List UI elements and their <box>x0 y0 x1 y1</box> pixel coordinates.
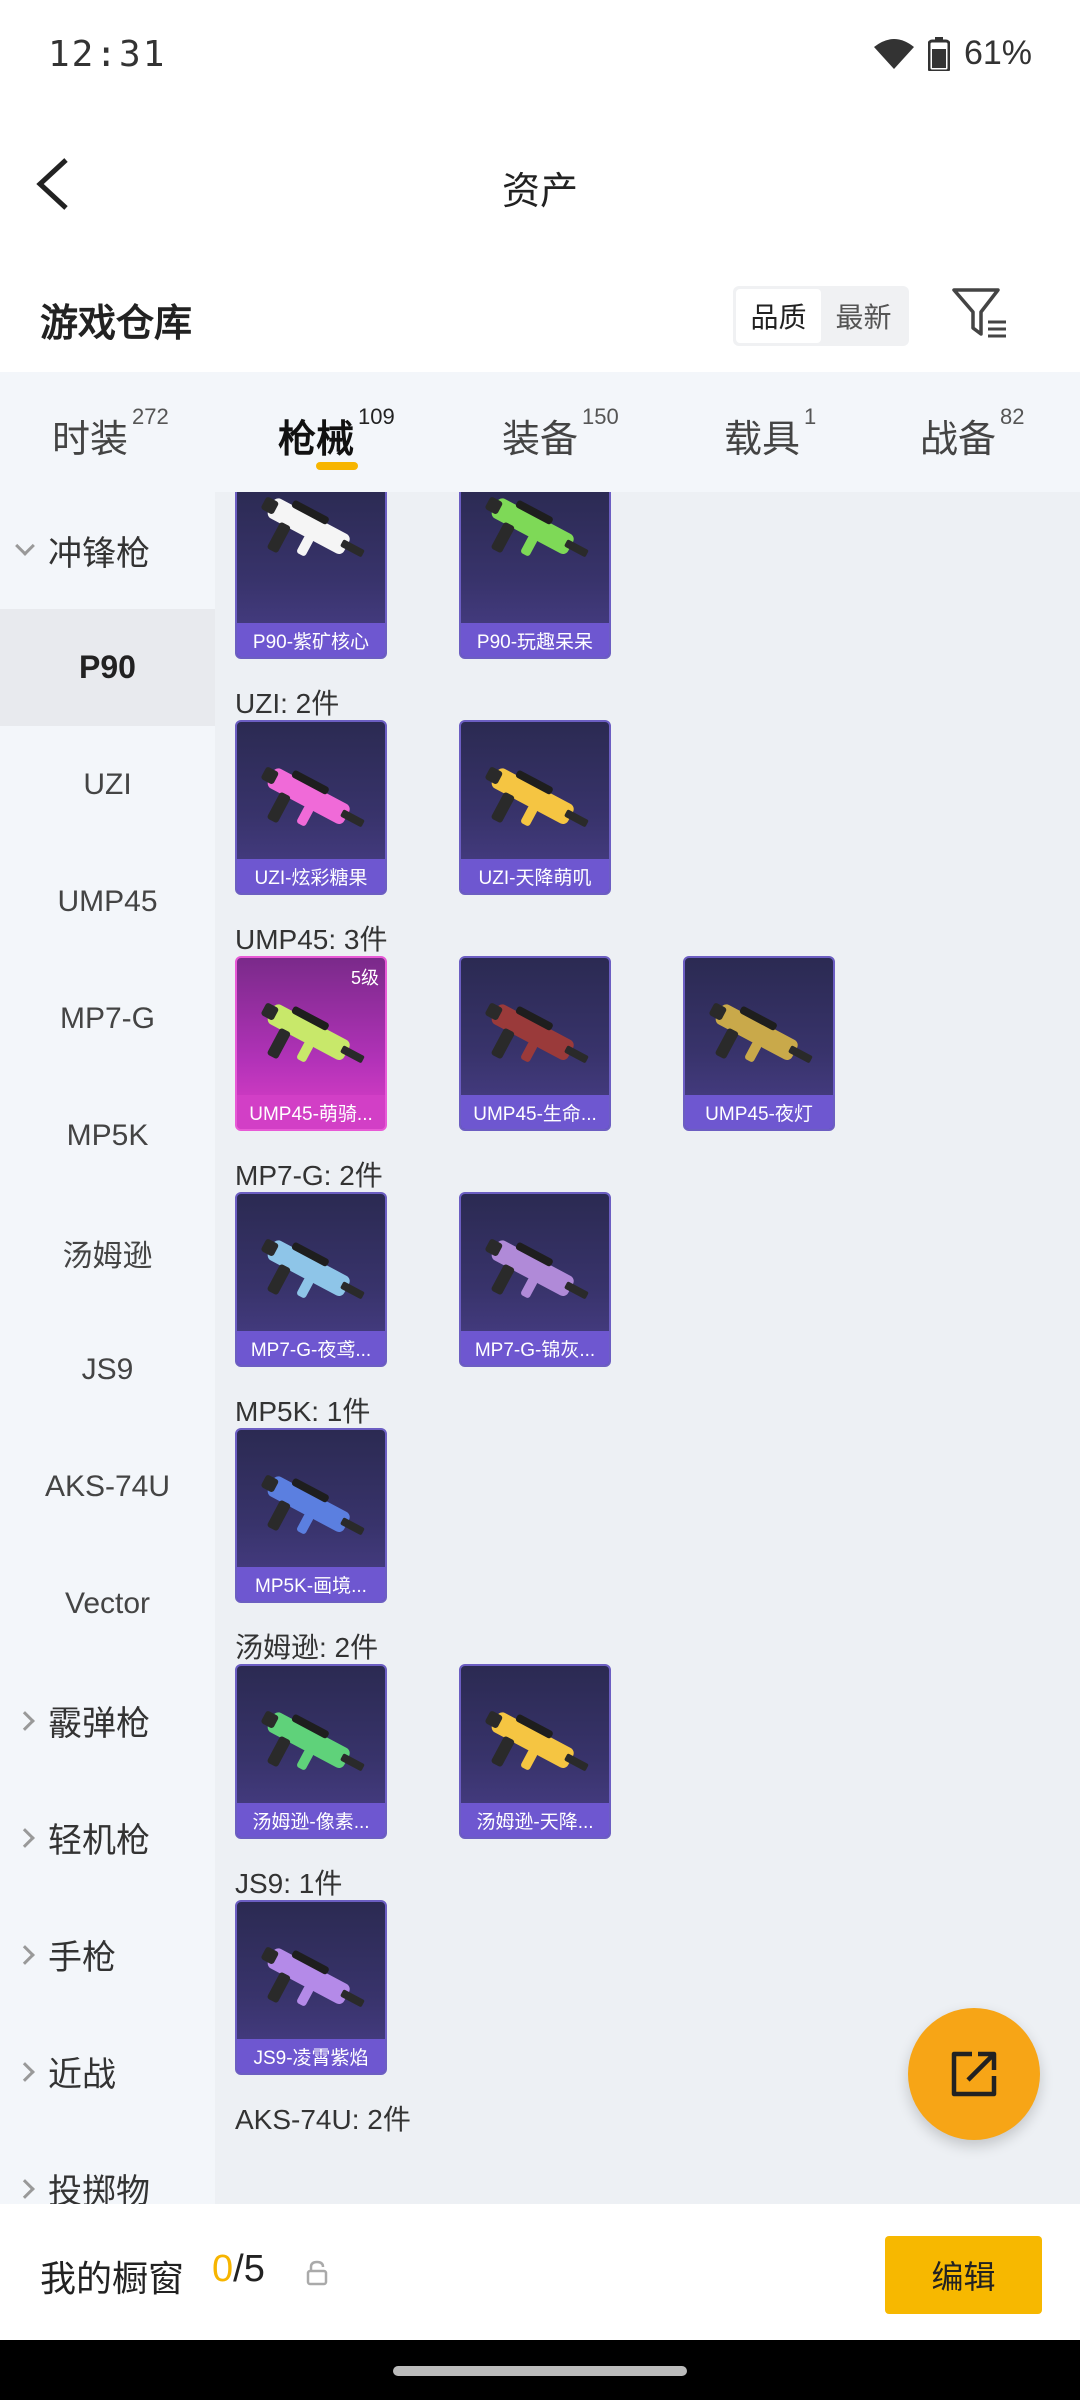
weapon-skin-card[interactable]: MP5K-画境... <box>235 1428 387 1603</box>
weapon-skin-name: UMP45-生命... <box>461 1095 609 1129</box>
weapon-image <box>261 1003 365 1063</box>
weapon-skin-name: UMP45-萌骑... <box>237 1095 385 1129</box>
weapon-skin-name: 汤姆逊-天降... <box>461 1803 609 1837</box>
showcase-label: 我的橱窗 <box>40 2258 185 2299</box>
status-bar: 12:31 61% <box>0 0 1080 110</box>
showcase-count: 0/5 <box>212 2248 265 2290</box>
sidebar-item-thompson[interactable]: 汤姆逊 <box>0 1194 215 1311</box>
weapon-skin-card[interactable]: P90-玩趣呆呆 <box>459 492 611 659</box>
section-label: UZI: 2件 <box>235 688 340 719</box>
weapon-skin-card[interactable]: MP7-G-夜鸢... <box>235 1192 387 1367</box>
external-link-icon <box>951 2051 997 2097</box>
weapon-image <box>261 1947 365 2007</box>
sidebar-item-ump45[interactable]: UMP45 <box>0 843 215 960</box>
weapon-skin-card[interactable]: UZI-炫彩糖果 <box>235 720 387 895</box>
warehouse-bar: 游戏仓库 品质 最新 <box>0 260 1080 372</box>
system-nav-bar <box>0 2340 1080 2400</box>
battery-icon <box>927 36 950 71</box>
chevron-right-icon <box>15 2061 35 2082</box>
weapon-image <box>485 767 589 827</box>
weapon-skin-card[interactable]: UMP45-生命... <box>459 956 611 1131</box>
chevron-right-icon <box>15 2178 35 2199</box>
weapon-image <box>485 1711 589 1771</box>
sidebar-category-melee[interactable]: 近战 <box>0 2013 215 2130</box>
wifi-icon <box>873 38 914 69</box>
weapon-skin-name: JS9-凌霄紫焰 <box>237 2039 385 2073</box>
chevron-right-icon <box>15 1827 35 1848</box>
sidebar-item-js9[interactable]: JS9 <box>0 1311 215 1428</box>
sidebar-category-smg[interactable]: 冲锋枪 <box>0 492 215 609</box>
battery-level: 61% <box>963 34 1032 72</box>
weapon-image <box>709 1003 813 1063</box>
weapon-image <box>485 497 589 557</box>
category-tabs: 时装272 枪械109 装备150 载具1 战备82 <box>0 372 1080 492</box>
sidebar-item-mp5k[interactable]: MP5K <box>0 1077 215 1194</box>
weapon-skin-card[interactable]: 汤姆逊-天降... <box>459 1664 611 1839</box>
section-label: UMP45: 3件 <box>235 924 388 955</box>
weapon-skin-name: UZI-炫彩糖果 <box>237 859 385 893</box>
tab-outfits[interactable]: 时装272 <box>52 404 169 463</box>
sidebar-item-uzi[interactable]: UZI <box>0 726 215 843</box>
sidebar-category-shotgun[interactable]: 霰弹枪 <box>0 1662 215 1779</box>
weapon-image <box>485 1003 589 1063</box>
weapon-skin-card[interactable]: 汤姆逊-像素... <box>235 1664 387 1839</box>
section-label: MP7-G: 2件 <box>235 1160 383 1191</box>
section-label: 汤姆逊: 2件 <box>235 1632 379 1663</box>
section-label: MP5K: 1件 <box>235 1396 371 1427</box>
weapon-skin-name: P90-紫矿核心 <box>237 623 385 657</box>
sidebar-item-p90[interactable]: P90 <box>0 609 215 726</box>
app-header: 资产 <box>0 110 1080 260</box>
share-button[interactable] <box>908 2008 1040 2140</box>
tab-weapons[interactable]: 枪械109 <box>278 404 395 463</box>
sort-option-newest[interactable]: 最新 <box>821 289 906 343</box>
home-indicator[interactable] <box>393 2366 687 2376</box>
weapon-skin-name: MP5K-画境... <box>237 1567 385 1601</box>
sidebar-item-vector[interactable]: Vector <box>0 1545 215 1662</box>
weapon-skin-name: P90-玩趣呆呆 <box>461 623 609 657</box>
weapon-image <box>261 1711 365 1771</box>
active-tab-indicator <box>316 462 358 470</box>
weapon-image <box>261 1475 365 1535</box>
weapon-skin-card[interactable]: UZI-天降萌叽 <box>459 720 611 895</box>
lock-icon <box>306 2260 328 2286</box>
sidebar-category-throwables[interactable]: 投掷物 <box>0 2130 215 2204</box>
page-title: 资产 <box>501 171 578 213</box>
sidebar-item-mp7g[interactable]: MP7-G <box>0 960 215 1077</box>
weapon-image <box>485 1239 589 1299</box>
sidebar-item-aks74u[interactable]: AKS-74U <box>0 1428 215 1545</box>
tab-vehicles[interactable]: 载具1 <box>724 404 816 463</box>
weapon-skin-name: UZI-天降萌叽 <box>461 859 609 893</box>
weapon-skin-card[interactable]: UMP45-夜灯 <box>683 956 835 1131</box>
weapon-skin-name: MP7-G-夜鸢... <box>237 1331 385 1365</box>
warehouse-title: 游戏仓库 <box>40 303 193 345</box>
sort-option-quality[interactable]: 品质 <box>736 289 821 343</box>
weapon-grid: P90-紫矿核心 P90-玩趣呆呆 UZI: 2件 UZI-炫彩糖果 UZI-天降萌叽 U… <box>215 492 1080 2204</box>
showcase-bar: 我的橱窗 0/5 编辑 <box>0 2204 1080 2340</box>
edit-button[interactable]: 编辑 <box>885 2236 1042 2314</box>
level-badge: 5级 <box>350 968 379 988</box>
weapon-skin-name: 汤姆逊-像素... <box>237 1803 385 1837</box>
chevron-right-icon <box>15 1710 35 1731</box>
weapon-skin-card[interactable]: P90-紫矿核心 <box>235 492 387 659</box>
tab-equipment[interactable]: 装备150 <box>502 404 619 463</box>
weapon-skin-card[interactable]: JS9-凌霄紫焰 <box>235 1900 387 2075</box>
status-time: 12:31 <box>48 34 167 75</box>
filter-icon[interactable] <box>950 284 1008 344</box>
chevron-down-icon <box>15 535 35 556</box>
weapon-skin-name: UMP45-夜灯 <box>685 1095 833 1129</box>
tab-combat-supplies[interactable]: 战备82 <box>920 404 1025 463</box>
sidebar-category-lmg[interactable]: 轻机枪 <box>0 1779 215 1896</box>
chevron-right-icon <box>15 1944 35 1965</box>
weapon-image <box>261 497 365 557</box>
sidebar-category-pistol[interactable]: 手枪 <box>0 1896 215 2013</box>
weapon-skin-card[interactable]: 5级 UMP45-萌骑... <box>235 956 387 1131</box>
weapon-image <box>261 1239 365 1299</box>
section-label: AKS-74U: 2件 <box>235 2104 411 2135</box>
weapon-skin-name: MP7-G-锦灰... <box>461 1331 609 1365</box>
sort-toggle: 品质 最新 <box>733 286 909 346</box>
section-label: JS9: 1件 <box>235 1868 343 1899</box>
weapon-sidebar: 冲锋枪 P90 UZI UMP45 MP7-G MP5K 汤姆逊 JS9 AKS… <box>0 492 215 2204</box>
weapon-skin-card[interactable]: MP7-G-锦灰... <box>459 1192 611 1367</box>
weapon-image <box>261 767 365 827</box>
